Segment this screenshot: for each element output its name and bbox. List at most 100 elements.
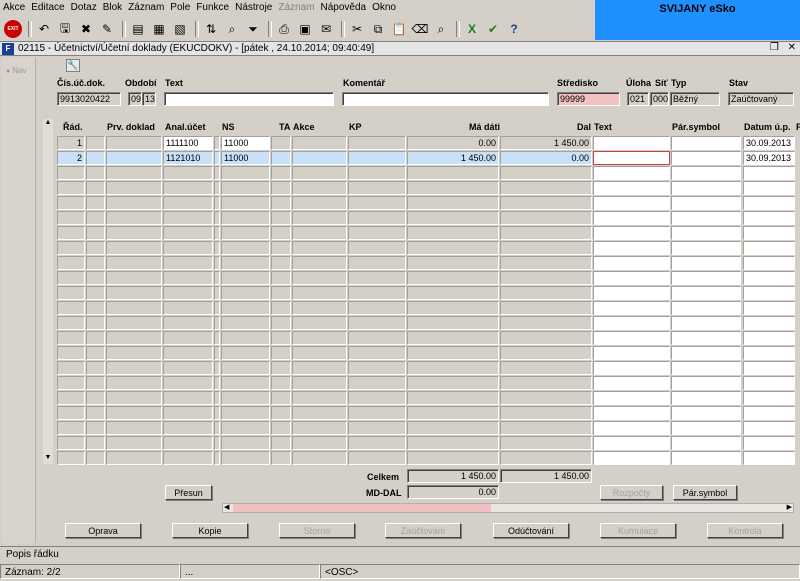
grid-cell-kp[interactable] [348,256,406,270]
grid-cell-madati[interactable] [407,226,499,240]
grid-cell-dal[interactable]: 0.00 [500,151,592,165]
grid-cell-b1[interactable] [86,151,105,165]
grid-cell-kp[interactable] [348,436,406,450]
sort-icon[interactable]: ⇅ [202,20,220,38]
grid-cell-kp[interactable] [348,301,406,315]
grid-cell-b1[interactable] [86,166,105,180]
grid-cell-text[interactable] [593,316,670,330]
menu-napoveda[interactable]: Nápověda [320,2,366,13]
grid-cell-dal[interactable] [500,286,592,300]
storno-button[interactable]: Storno [279,523,355,538]
wrench-icon[interactable]: 🔧 [66,59,80,72]
grid-cell-par[interactable] [671,151,741,165]
grid-cell-ta[interactable] [271,301,291,315]
oductovani-button[interactable]: Odúčtování [493,523,569,538]
grid-cell-ta[interactable] [271,391,291,405]
grid-cell-kp[interactable] [348,376,406,390]
grid-cell-text[interactable] [593,346,670,360]
grid-cell-anal[interactable] [163,286,213,300]
delete-icon[interactable]: ✖ [77,20,95,38]
cut-icon[interactable]: ✂ [348,20,366,38]
kumulace-button[interactable]: Kumulace [600,523,676,538]
grid-cell-rad[interactable] [57,181,85,195]
grid-cell-dal[interactable] [500,256,592,270]
grid-cell-anal[interactable] [163,181,213,195]
grid-cell-rad[interactable] [57,391,85,405]
par-symbol-button[interactable]: Pár.symbol [673,485,737,500]
grid-cell-b1[interactable] [86,421,105,435]
grid-cell-text[interactable] [593,271,670,285]
grid-cell-prv[interactable] [106,451,162,465]
grid-cell-kp[interactable] [348,391,406,405]
grid-cell-gap[interactable] [214,301,220,315]
grid-cell-akce[interactable] [292,151,347,165]
grid-cell-anal[interactable] [163,226,213,240]
grid-cell-b1[interactable] [86,226,105,240]
grid-cell-ta[interactable] [271,241,291,255]
menu-editace[interactable]: Editace [31,2,64,13]
close-icon[interactable]: ✕ [788,42,796,53]
menu-funkce[interactable]: Funkce [196,2,229,13]
grid-cell-akce[interactable] [292,406,347,420]
grid-cell-ta[interactable] [271,436,291,450]
grid-cell-akce[interactable] [292,181,347,195]
grid-cell-par[interactable] [671,316,741,330]
grid-cell-ns[interactable] [221,181,270,195]
grid-cell-kp[interactable] [348,451,406,465]
grid-cell-datum[interactable] [743,256,795,270]
grid-cell-dal[interactable] [500,436,592,450]
scroll-left-icon[interactable]: ◀ [224,503,229,511]
grid-cell-b1[interactable] [86,346,105,360]
grid-cell-anal[interactable] [163,271,213,285]
grid-cell-gap[interactable] [214,256,220,270]
record-new-icon[interactable]: ▤ [129,20,147,38]
grid-cell-gap[interactable] [214,331,220,345]
grid-cell-ta[interactable] [271,151,291,165]
grid-cell-kp[interactable] [348,361,406,375]
grid-cell-dal[interactable] [500,346,592,360]
grid-cell-dal[interactable] [500,331,592,345]
grid-cell-akce[interactable] [292,361,347,375]
grid-cell-ns[interactable] [221,256,270,270]
grid-cell-par[interactable] [671,271,741,285]
grid-cell-datum[interactable]: 30.09.2013 [743,136,795,150]
grid-cell-text[interactable] [593,166,670,180]
grid-cell-ta[interactable] [271,166,291,180]
grid-cell-b1[interactable] [86,181,105,195]
grid-cell-text[interactable] [593,286,670,300]
grid-cell-kp[interactable] [348,181,406,195]
grid-cell-datum[interactable] [743,346,795,360]
grid-cell-text[interactable] [593,226,670,240]
grid-cell-gap[interactable] [214,346,220,360]
grid-cell-akce[interactable] [292,331,347,345]
scroll-up-icon[interactable]: ▲ [43,119,53,129]
grid-cell-prv[interactable] [106,331,162,345]
zauctovani-button[interactable]: Zaúčtování [385,523,461,538]
grid-cell-gap[interactable] [214,271,220,285]
grid-cell-gap[interactable] [214,151,220,165]
grid-cell-text[interactable] [593,136,670,150]
grid-cell-anal[interactable] [163,256,213,270]
grid-cell-madati[interactable] [407,271,499,285]
grid-cell-madati[interactable] [407,331,499,345]
grid-cell-ta[interactable] [271,271,291,285]
grid-cell-text[interactable] [593,211,670,225]
grid-cell-anal[interactable] [163,316,213,330]
paste-icon[interactable]: 📋 [390,20,408,38]
grid-cell-b1[interactable] [86,391,105,405]
grid-cell-ns[interactable] [221,301,270,315]
grid-cell-madati[interactable] [407,286,499,300]
grid-cell-b1[interactable] [86,196,105,210]
grid-cell-rad[interactable] [57,376,85,390]
grid-cell-akce[interactable] [292,211,347,225]
grid-cell-par[interactable] [671,166,741,180]
grid-cell-dal[interactable] [500,316,592,330]
grid-cell-b1[interactable] [86,331,105,345]
grid-cell-par[interactable] [671,391,741,405]
grid-cell-b1[interactable] [86,136,105,150]
copy-icon[interactable]: ⧉ [369,20,387,38]
grid-cell-dal[interactable] [500,391,592,405]
grid-cell-madati[interactable] [407,196,499,210]
grid-cell-anal[interactable] [163,391,213,405]
grid-cell-prv[interactable] [106,151,162,165]
